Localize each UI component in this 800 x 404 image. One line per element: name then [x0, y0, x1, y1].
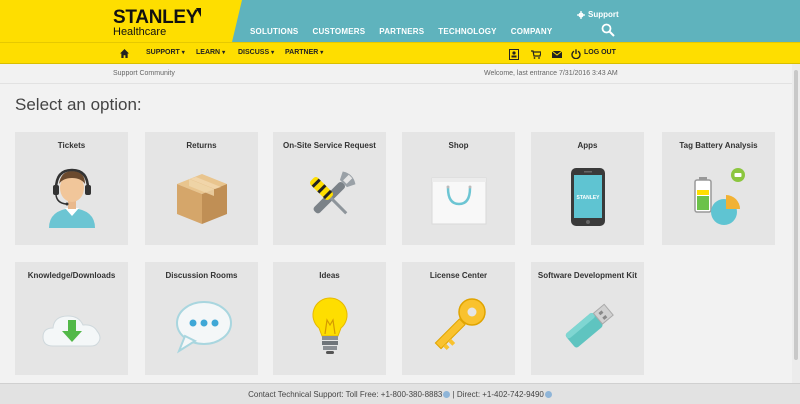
profile-icon[interactable]	[508, 48, 520, 60]
battery-chart-icon	[694, 168, 745, 225]
nav-technology[interactable]: TECHNOLOGY	[438, 27, 496, 36]
search-icon[interactable]	[601, 23, 615, 37]
wrench-screwdriver-icon	[310, 171, 356, 215]
brand-notch-mark	[196, 8, 201, 17]
tile-title: Apps	[577, 141, 598, 150]
tile-title: Discussion Rooms	[165, 271, 238, 280]
chevron-down-icon: ▾	[222, 50, 226, 56]
welcome-message: Welcome, last entrance 7/31/2016 3:43 AM	[484, 70, 618, 77]
logout-link[interactable]: LOG OUT	[584, 49, 616, 56]
tile-title: License Center	[429, 271, 488, 280]
usb-drive-icon	[565, 303, 614, 348]
page-scrollbar-thumb[interactable]	[794, 70, 798, 360]
subnav-support[interactable]: SUPPORT ▾	[146, 49, 185, 56]
tile-title: Returns	[186, 141, 217, 150]
gear-icon	[577, 10, 585, 19]
nav-customers[interactable]: CUSTOMERS	[312, 27, 365, 36]
shopping-bag-icon	[431, 177, 487, 225]
subnav-discuss[interactable]: DISCUSS ▾	[238, 49, 274, 56]
toll-free-number[interactable]: Contact Technical Support: Toll Free: +1…	[248, 390, 442, 399]
tile-shop[interactable]: Shop	[402, 132, 515, 245]
phone-screen-text: STANLEY	[577, 195, 601, 201]
support-link[interactable]: Support	[577, 10, 619, 19]
tile-discussion-rooms[interactable]: Discussion Rooms	[145, 262, 258, 375]
chevron-down-icon: ▾	[271, 50, 275, 56]
tile-title: Ideas	[319, 271, 340, 280]
headset-agent-icon	[49, 168, 95, 228]
lightbulb-icon	[312, 297, 348, 354]
logo-area-edge	[232, 0, 242, 42]
main-nav: SOLUTIONS CUSTOMERS PARTNERS TECHNOLOGY …	[250, 27, 552, 36]
subnav-learn-label: LEARN	[196, 49, 221, 56]
tile-title: Tag Battery Analysis	[679, 141, 758, 150]
tile-title: Tickets	[57, 141, 86, 150]
tile-license-center[interactable]: License Center	[402, 262, 515, 375]
tile-ideas[interactable]: Ideas	[273, 262, 386, 375]
tile-title: Shop	[448, 141, 469, 150]
subnav-support-label: SUPPORT	[146, 49, 180, 56]
key-icon	[434, 298, 486, 351]
nav-partners[interactable]: PARTNERS	[379, 27, 424, 36]
tile-tickets[interactable]: Tickets	[15, 132, 128, 245]
smartphone-icon: STANLEY	[571, 168, 605, 226]
direct-number[interactable]: Direct: +1-402-742-9490	[457, 390, 544, 399]
power-icon[interactable]	[570, 48, 582, 60]
secondary-nav: SUPPORT ▾ LEARN ▾ DISCUSS ▾ PARTNER ▾ LO…	[0, 42, 800, 64]
phone-icon	[544, 391, 552, 399]
tile-software-development-kit[interactable]: Software Development Kit	[531, 262, 644, 375]
cart-icon[interactable]	[530, 48, 542, 60]
tile-returns[interactable]: Returns	[145, 132, 258, 245]
tile-title: On-Site Service Request	[283, 141, 376, 150]
page-title: Select an option:	[15, 95, 142, 114]
support-link-label: Support	[588, 10, 619, 19]
tile-title: Knowledge/Downloads	[27, 271, 116, 280]
home-icon[interactable]	[120, 49, 129, 58]
tile-apps[interactable]: Apps STANLEY	[531, 132, 644, 245]
tile-title: Software Development Kit	[537, 271, 638, 280]
nav-solutions[interactable]: SOLUTIONS	[250, 27, 298, 36]
tile-knowledge-downloads[interactable]: Knowledge/Downloads	[15, 262, 128, 375]
tile-tag-battery-analysis[interactable]: Tag Battery Analysis	[662, 132, 775, 245]
nav-company[interactable]: COMPANY	[511, 27, 553, 36]
chevron-down-icon: ▾	[320, 50, 324, 56]
cloud-download-icon	[42, 315, 101, 347]
footer: Contact Technical Support: Toll Free: +1…	[0, 383, 800, 404]
subnav-discuss-label: DISCUSS	[238, 49, 270, 56]
chat-bubble-icon	[176, 301, 232, 354]
box-icon	[177, 174, 227, 224]
breadcrumb[interactable]: Support Community	[113, 70, 175, 77]
subnav-partner-label: PARTNER	[285, 49, 319, 56]
support-contact-text: Contact Technical Support: Toll Free: +1…	[0, 390, 800, 399]
brand-subtitle: Healthcare	[113, 26, 167, 38]
info-bar: Support Community Welcome, last entrance…	[0, 64, 800, 84]
mail-icon[interactable]	[551, 48, 563, 60]
chevron-down-icon: ▾	[181, 50, 185, 56]
subnav-partner[interactable]: PARTNER ▾	[285, 49, 323, 56]
tile-on-site-service-request[interactable]: On-Site Service Request	[273, 132, 386, 245]
subnav-learn[interactable]: LEARN ▾	[196, 49, 225, 56]
